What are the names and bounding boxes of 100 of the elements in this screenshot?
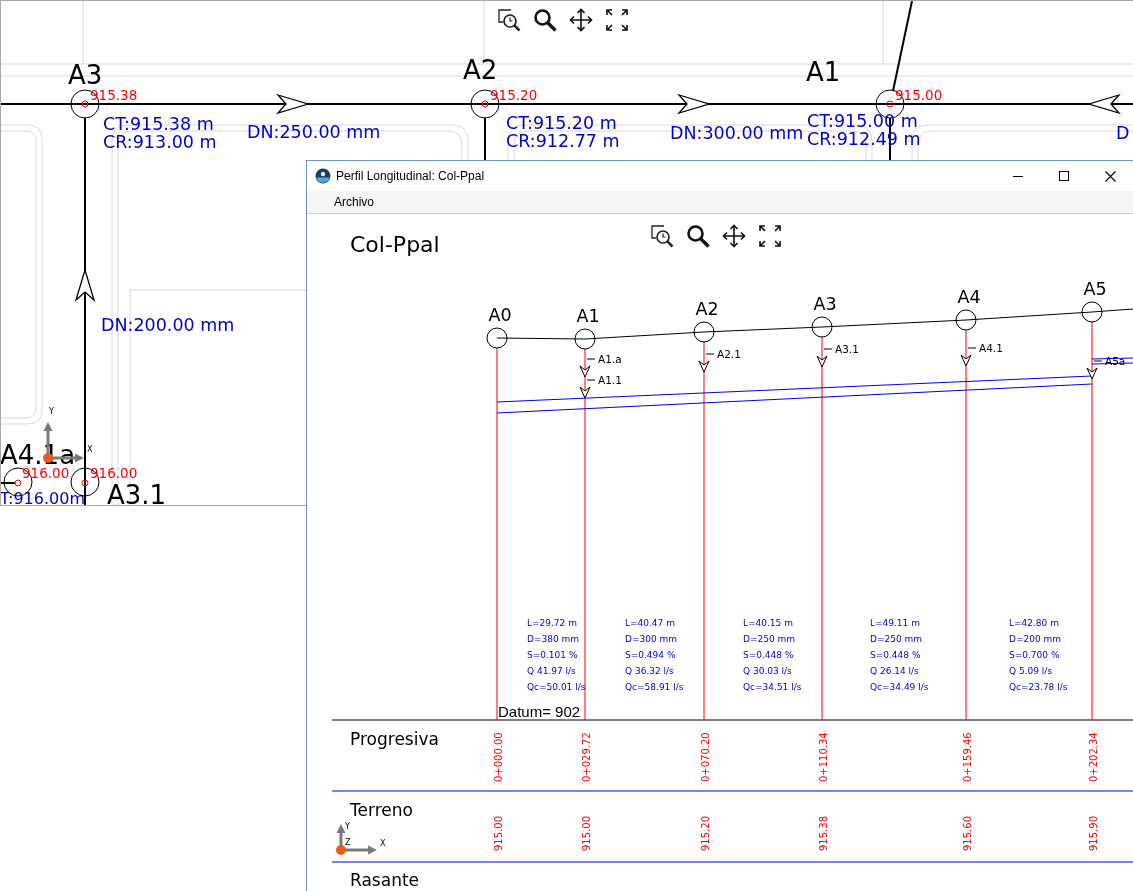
station-label: 0+159.46 [962,732,973,782]
pipe-line [1,482,16,484]
axis-label: Y [49,407,54,416]
pipe-length-label: L=29.72 m [527,618,577,628]
node-label: A3 [813,294,837,314]
elevation-label: 915.38 [90,87,138,103]
pipe-diameter-label: D=250 mm [743,634,796,644]
menu-item[interactable]: Archivo [328,193,380,211]
node-label: A0 [488,305,512,325]
leader-line [1093,360,1103,362]
node-label: A3 [68,60,103,90]
fullscreen-icon[interactable] [758,224,782,248]
invert-level-label: CR:913.00 m [103,132,217,152]
pipe-length-label: L=49.11 m [870,618,920,628]
flow-arrow [579,365,591,378]
profile-title: Col-Ppal [350,232,440,257]
ground-elevation-label: 915.00 [493,816,504,851]
band-label: Progresiva [350,729,439,749]
axis-gizmo-icon [336,824,377,855]
pipe-diameter-label: D=380 mm [527,634,580,644]
pipe-line [484,117,486,161]
ground-elevation-label: 915.38 [818,816,829,851]
cover-level-label: CT:915.20 m [506,113,617,133]
flow-arrow [816,355,828,368]
station-label: 0+000.00 [493,732,504,782]
move-icon[interactable] [722,224,746,248]
flow-label: Q 26.14 l/s [870,666,919,676]
move-icon[interactable] [569,8,593,32]
flow-label: Q 41.97 l/s [527,666,576,676]
branch-label: A4.1 [979,342,1003,354]
axis-label: X [380,839,386,848]
node-label: A1 [806,57,841,87]
flow-label: Q 30.03 l/s [743,666,792,676]
elevation-label: 916.00 [22,465,70,481]
branch-label: A3.1 [835,343,859,355]
branch-label: A1.a [598,353,622,365]
pipe-diameter-label: D [1116,123,1130,143]
node-label: A2 [463,55,498,85]
minimize-icon [1013,175,1023,177]
station-label: 0+070.20 [700,732,711,782]
flow-arrow [579,386,591,399]
manhole-symbol [955,309,977,331]
station-label: 0+202.34 [1088,732,1099,782]
pipe-diameter-label: DN:200.00 mm [101,315,235,335]
leader-line [586,358,596,360]
capacity-label: Qc=34.49 l/s [870,682,929,692]
ground-elevation-label: 915.60 [962,816,973,851]
node-label: A1 [576,306,600,326]
pipe-diameter-label: DN:300.00 mm [670,123,804,143]
pipe-length-label: L=40.47 m [625,618,675,628]
fullscreen-icon[interactable] [605,8,629,32]
elevation-label: 915.20 [490,87,538,103]
node-label: A5 [1083,279,1107,299]
frame-magnifier-icon[interactable] [497,8,521,32]
capacity-label: Qc=50.01 l/s [527,682,586,692]
flow-label: Q 36.32 l/s [625,666,674,676]
flow-arrow [698,360,710,373]
ground-elevation-label: 915.00 [581,816,592,851]
leader-line [823,348,833,350]
pipe-slope-label: S=0.494 % [625,650,676,660]
flow-label: Q 5.09 l/s [1009,666,1053,676]
pipe-diameter-label: D=250 mm [870,634,923,644]
ground-elevation-label: 915.20 [700,816,711,851]
manhole-symbol [811,316,833,338]
node-label: A4 [957,287,981,307]
band-label: Terreno [350,800,413,820]
datum-label: Datum= 902 [498,703,581,720]
axis-label: X [87,445,93,454]
pipe-diameter-label: DN:250.00 mm [247,122,381,142]
zoom-icon[interactable] [533,8,557,32]
elevation-label: 915.00 [895,87,943,103]
pipe-diameter-label: D=200 mm [1009,634,1062,644]
branch-label: A1.1 [598,374,622,386]
pipe-length-label: L=42.80 m [1009,618,1059,628]
frame-magnifier-icon[interactable] [650,224,674,248]
node-label: A3.1 [107,480,167,505]
capacity-label: Qc=34.51 l/s [743,682,802,692]
flow-arrow [1086,367,1098,380]
elevation-label: 916.00 [90,465,138,481]
leader-line [967,347,977,349]
station-label: 0+110.34 [818,732,829,782]
cover-level-label: CT:915.38 m [103,114,214,134]
pipe-slope-label: S=0.101 % [527,650,578,660]
pipe-length-label: L=40.15 m [743,618,793,628]
leader-line [586,379,596,381]
capacity-label: Qc=58.91 l/s [625,682,684,692]
zoom-icon[interactable] [686,224,710,248]
leader-line [705,353,715,355]
axis-label: Z [345,838,351,847]
maximize-icon [1059,171,1069,181]
manhole-symbol [1081,301,1103,323]
ground-elevation-label: 915.90 [1088,816,1099,851]
app-icon [315,168,331,184]
manhole-symbol [574,328,596,350]
branch-label: A2.1 [717,348,741,360]
close-icon [1104,170,1116,182]
node-label: A2 [695,299,719,319]
manhole-symbol [486,327,508,349]
window-title: Perfil Longitudinal: Col-Ppal [336,169,485,183]
invert-level-label: CR:912.77 m [506,131,620,151]
